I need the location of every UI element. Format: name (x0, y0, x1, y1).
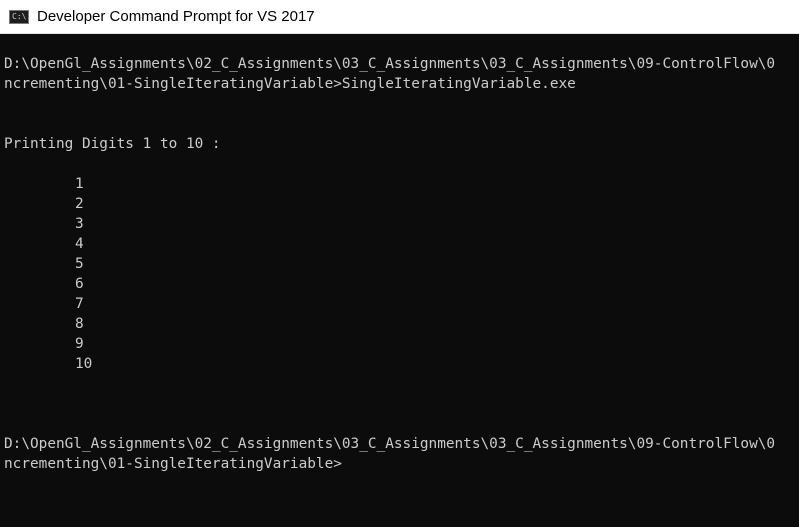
digit-line: 3 (75, 216, 84, 232)
window-title: Developer Command Prompt for VS 2017 (37, 8, 315, 25)
command-prompt-window: C:\. Developer Command Prompt for VS 201… (0, 0, 799, 527)
digit-line: 7 (75, 296, 84, 312)
console-line-path: D:\OpenGl_Assignments\02_C_Assignments\0… (4, 56, 776, 72)
digit-line: 4 (75, 236, 84, 252)
console-output[interactable]: D:\OpenGl_Assignments\02_C_Assignments\0… (0, 34, 799, 527)
console-line-command: ncrementing\01-SingleIteratingVariable>S… (4, 76, 576, 92)
digit-line: 9 (75, 336, 84, 352)
cmd-icon-glyph: C:\. (12, 11, 32, 21)
cmd-icon: C:\. (9, 9, 32, 24)
digit-line: 8 (75, 316, 84, 332)
digit-line: 5 (75, 256, 84, 272)
digit-line: 6 (75, 276, 84, 292)
digit-line: 1 (75, 176, 84, 192)
console-line-prompt: ncrementing\01-SingleIteratingVariable> (4, 456, 342, 472)
console-line-header: Printing Digits 1 to 10 : (4, 136, 221, 152)
console-line-prompt-path: D:\OpenGl_Assignments\02_C_Assignments\0… (4, 436, 776, 452)
title-bar[interactable]: C:\. Developer Command Prompt for VS 201… (0, 0, 799, 34)
digit-line: 2 (75, 196, 84, 212)
digit-line: 10 (75, 356, 93, 372)
